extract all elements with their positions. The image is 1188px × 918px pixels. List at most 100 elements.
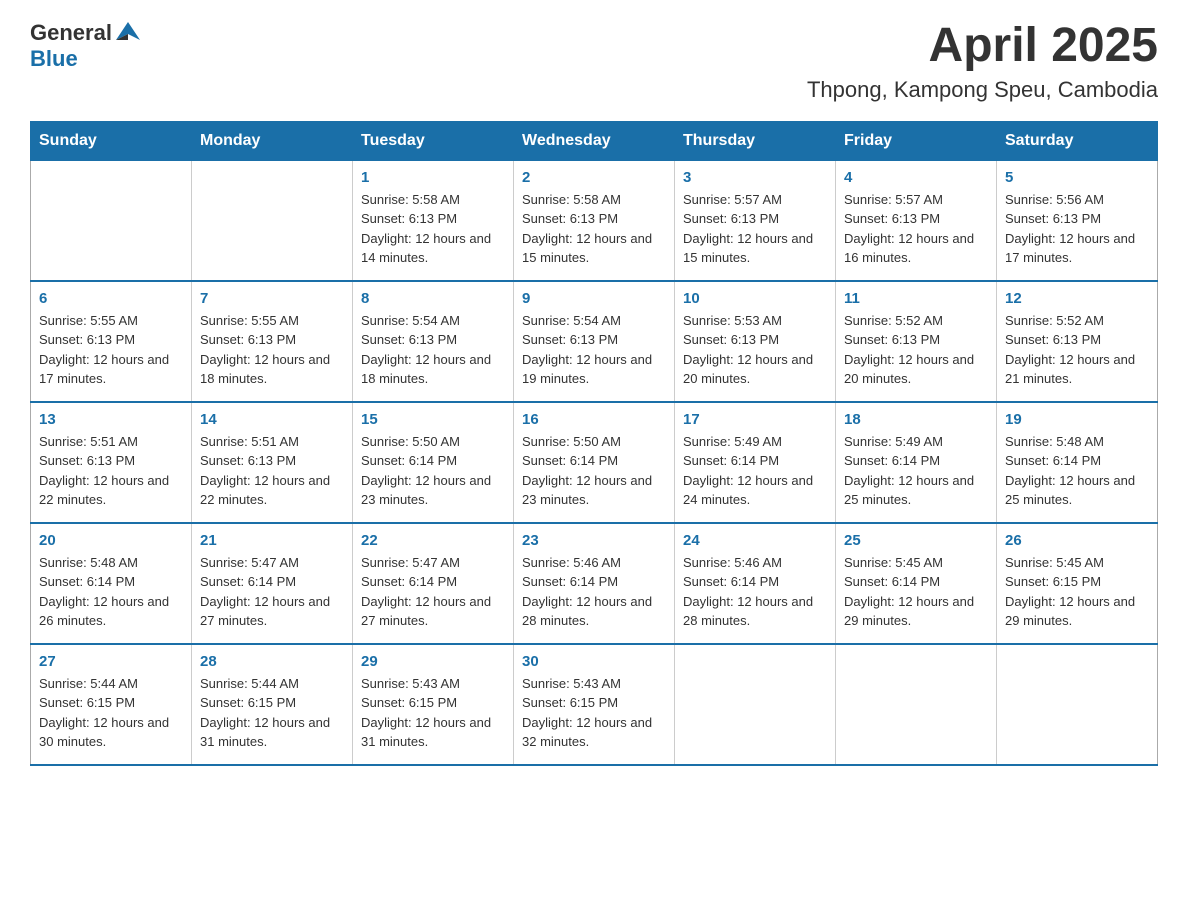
table-row: 29 Sunrise: 5:43 AMSunset: 6:15 PMDayligh… — [353, 644, 514, 765]
day-number: 16 — [522, 411, 666, 428]
table-row: 5 Sunrise: 5:56 AMSunset: 6:13 PMDaylight… — [997, 160, 1158, 281]
day-number: 13 — [39, 411, 183, 428]
day-number: 21 — [200, 532, 344, 549]
day-number: 17 — [683, 411, 827, 428]
day-number: 20 — [39, 532, 183, 549]
day-number: 5 — [1005, 169, 1149, 186]
table-row: 12Sunrise: 5:52 AMSunset: 6:13 PMDayligh… — [997, 281, 1158, 402]
day-number: 28 — [200, 653, 344, 670]
day-info: Sunrise: 5:58 AMSunset: 6:13 PMDaylight:… — [361, 190, 505, 268]
day-info: Sunrise: 5:49 AMSunset: 6:14 PMDaylight:… — [844, 432, 988, 510]
table-row: 30 Sunrise: 5:43 AMSunset: 6:15 PMDayligh… — [514, 644, 675, 765]
day-info: Sunrise: 5:44 AMSunset: 6:15 PMDaylight:… — [39, 674, 183, 752]
day-number: 1 — [361, 169, 505, 186]
logo-blue: Blue — [30, 46, 142, 72]
table-row: 24 Sunrise: 5:46 AMSunset: 6:14 PMDayligh… — [675, 523, 836, 644]
calendar-table: Sunday Monday Tuesday Wednesday Thursday… — [30, 121, 1158, 766]
day-number: 14 — [200, 411, 344, 428]
table-row: 6 Sunrise: 5:55 AMSunset: 6:13 PMDaylight… — [31, 281, 192, 402]
day-number: 6 — [39, 290, 183, 307]
day-number: 30 — [522, 653, 666, 670]
title-block: April 2025 Thpong, Kampong Speu, Cambodi… — [807, 20, 1158, 103]
day-number: 4 — [844, 169, 988, 186]
calendar-week-row: 1 Sunrise: 5:58 AMSunset: 6:13 PMDaylight… — [31, 160, 1158, 281]
calendar-week-row: 6 Sunrise: 5:55 AMSunset: 6:13 PMDaylight… — [31, 281, 1158, 402]
day-info: Sunrise: 5:48 AMSunset: 6:14 PMDaylight:… — [1005, 432, 1149, 510]
day-number: 3 — [683, 169, 827, 186]
day-info: Sunrise: 5:47 AMSunset: 6:14 PMDaylight:… — [361, 553, 505, 631]
day-number: 2 — [522, 169, 666, 186]
day-number: 27 — [39, 653, 183, 670]
calendar-week-row: 13 Sunrise: 5:51 AMSunset: 6:13 PMDayligh… — [31, 402, 1158, 523]
table-row: 22 Sunrise: 5:47 AMSunset: 6:14 PMDayligh… — [353, 523, 514, 644]
day-info: Sunrise: 5:58 AMSunset: 6:13 PMDaylight:… — [522, 190, 666, 268]
table-row: 1 Sunrise: 5:58 AMSunset: 6:13 PMDaylight… — [353, 160, 514, 281]
col-sunday: Sunday — [31, 121, 192, 160]
page-subtitle: Thpong, Kampong Speu, Cambodia — [807, 77, 1158, 103]
table-row: 15Sunrise: 5:50 AMSunset: 6:14 PMDayligh… — [353, 402, 514, 523]
table-row: 16 Sunrise: 5:50 AMSunset: 6:14 PMDayligh… — [514, 402, 675, 523]
table-row — [675, 644, 836, 765]
day-number: 24 — [683, 532, 827, 549]
day-info: Sunrise: 5:43 AMSunset: 6:15 PMDaylight:… — [522, 674, 666, 752]
table-row — [836, 644, 997, 765]
day-info: Sunrise: 5:46 AMSunset: 6:14 PMDaylight:… — [683, 553, 827, 631]
table-row: 11Sunrise: 5:52 AMSunset: 6:13 PMDayligh… — [836, 281, 997, 402]
table-row: 20 Sunrise: 5:48 AMSunset: 6:14 PMDayligh… — [31, 523, 192, 644]
day-info: Sunrise: 5:51 AMSunset: 6:13 PMDaylight:… — [200, 432, 344, 510]
day-info: Sunrise: 5:54 AMSunset: 6:13 PMDaylight:… — [522, 311, 666, 389]
day-info: Sunrise: 5:57 AMSunset: 6:13 PMDaylight:… — [844, 190, 988, 268]
table-row — [997, 644, 1158, 765]
col-thursday: Thursday — [675, 121, 836, 160]
day-info: Sunrise: 5:45 AMSunset: 6:15 PMDaylight:… — [1005, 553, 1149, 631]
day-info: Sunrise: 5:57 AMSunset: 6:13 PMDaylight:… — [683, 190, 827, 268]
col-monday: Monday — [192, 121, 353, 160]
day-number: 23 — [522, 532, 666, 549]
day-number: 29 — [361, 653, 505, 670]
table-row: 23 Sunrise: 5:46 AMSunset: 6:14 PMDayligh… — [514, 523, 675, 644]
table-row — [192, 160, 353, 281]
day-info: Sunrise: 5:43 AMSunset: 6:15 PMDaylight:… — [361, 674, 505, 752]
day-info: Sunrise: 5:51 AMSunset: 6:13 PMDaylight:… — [39, 432, 183, 510]
table-row: 8 Sunrise: 5:54 AMSunset: 6:13 PMDaylight… — [353, 281, 514, 402]
table-row: 25Sunrise: 5:45 AMSunset: 6:14 PMDayligh… — [836, 523, 997, 644]
table-row: 19Sunrise: 5:48 AMSunset: 6:14 PMDayligh… — [997, 402, 1158, 523]
calendar-week-row: 20 Sunrise: 5:48 AMSunset: 6:14 PMDayligh… — [31, 523, 1158, 644]
table-row: 26 Sunrise: 5:45 AMSunset: 6:15 PMDayligh… — [997, 523, 1158, 644]
day-number: 15 — [361, 411, 505, 428]
table-row: 3 Sunrise: 5:57 AMSunset: 6:13 PMDaylight… — [675, 160, 836, 281]
day-info: Sunrise: 5:44 AMSunset: 6:15 PMDaylight:… — [200, 674, 344, 752]
table-row: 14 Sunrise: 5:51 AMSunset: 6:13 PMDayligh… — [192, 402, 353, 523]
day-number: 10 — [683, 290, 827, 307]
day-info: Sunrise: 5:54 AMSunset: 6:13 PMDaylight:… — [361, 311, 505, 389]
table-row — [31, 160, 192, 281]
day-number: 7 — [200, 290, 344, 307]
day-info: Sunrise: 5:49 AMSunset: 6:14 PMDaylight:… — [683, 432, 827, 510]
col-friday: Friday — [836, 121, 997, 160]
day-info: Sunrise: 5:48 AMSunset: 6:14 PMDaylight:… — [39, 553, 183, 631]
day-number: 11 — [844, 290, 988, 307]
day-info: Sunrise: 5:45 AMSunset: 6:14 PMDaylight:… — [844, 553, 988, 631]
day-info: Sunrise: 5:47 AMSunset: 6:14 PMDaylight:… — [200, 553, 344, 631]
day-info: Sunrise: 5:55 AMSunset: 6:13 PMDaylight:… — [39, 311, 183, 389]
table-row: 18 Sunrise: 5:49 AMSunset: 6:14 PMDayligh… — [836, 402, 997, 523]
table-row: 2 Sunrise: 5:58 AMSunset: 6:13 PMDaylight… — [514, 160, 675, 281]
day-number: 18 — [844, 411, 988, 428]
day-number: 8 — [361, 290, 505, 307]
table-row: 13 Sunrise: 5:51 AMSunset: 6:13 PMDayligh… — [31, 402, 192, 523]
day-number: 22 — [361, 532, 505, 549]
col-saturday: Saturday — [997, 121, 1158, 160]
table-row: 4 Sunrise: 5:57 AMSunset: 6:13 PMDaylight… — [836, 160, 997, 281]
table-row: 28 Sunrise: 5:44 AMSunset: 6:15 PMDayligh… — [192, 644, 353, 765]
day-info: Sunrise: 5:53 AMSunset: 6:13 PMDaylight:… — [683, 311, 827, 389]
day-number: 12 — [1005, 290, 1149, 307]
day-info: Sunrise: 5:56 AMSunset: 6:13 PMDaylight:… — [1005, 190, 1149, 268]
day-number: 26 — [1005, 532, 1149, 549]
day-number: 9 — [522, 290, 666, 307]
table-row: 10 Sunrise: 5:53 AMSunset: 6:13 PMDayligh… — [675, 281, 836, 402]
day-info: Sunrise: 5:46 AMSunset: 6:14 PMDaylight:… — [522, 553, 666, 631]
day-info: Sunrise: 5:50 AMSunset: 6:14 PMDaylight:… — [522, 432, 666, 510]
page-header: General Blue April 2025 Thpong, Kampong … — [30, 20, 1158, 103]
calendar-header-row: Sunday Monday Tuesday Wednesday Thursday… — [31, 121, 1158, 160]
table-row: 7Sunrise: 5:55 AMSunset: 6:13 PMDaylight… — [192, 281, 353, 402]
